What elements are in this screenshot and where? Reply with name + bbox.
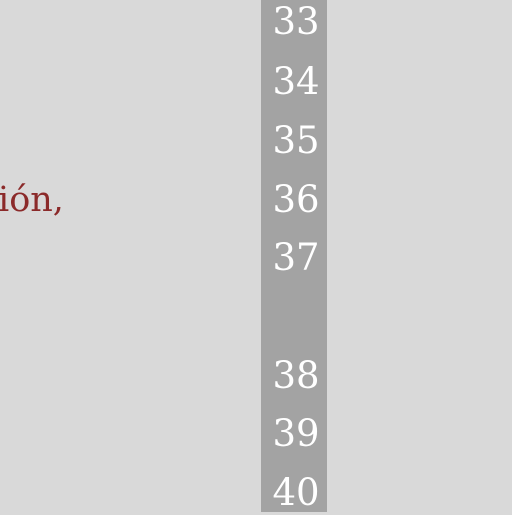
line-number-blank xyxy=(261,295,331,339)
line-number-38: 38 xyxy=(272,354,320,397)
line-number-39: 39 xyxy=(272,412,320,455)
line-number-33: 33 xyxy=(272,0,320,43)
line-number-34: 34 xyxy=(272,60,320,103)
line-number-37: 37 xyxy=(272,236,320,279)
line-number-36: 36 xyxy=(272,178,320,221)
text-pane: ión, xyxy=(0,0,260,512)
line-number-35: 35 xyxy=(272,119,320,162)
line-number-gutter: 33 34 35 36 37 38 39 40 xyxy=(261,0,327,514)
text-fragment: ión, xyxy=(0,180,64,220)
right-pane xyxy=(327,0,512,512)
line-number-40: 40 xyxy=(272,471,320,514)
